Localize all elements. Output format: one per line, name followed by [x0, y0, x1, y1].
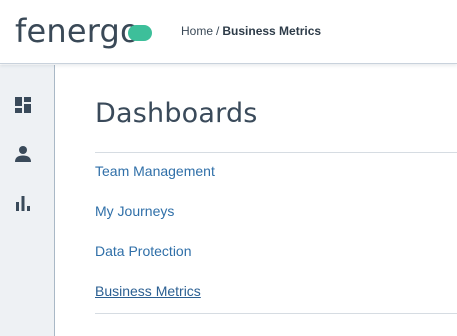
title-divider	[95, 152, 457, 153]
logo-text: fenergo	[15, 12, 140, 50]
dashboard-link-my-journeys[interactable]: My Journeys	[95, 203, 174, 219]
fenergo-logo[interactable]: fenergo	[15, 11, 152, 51]
sidebar	[0, 65, 55, 336]
list-bottom-divider	[95, 313, 457, 314]
breadcrumb: Home / Business Metrics	[181, 24, 321, 38]
logo-mark-icon	[127, 25, 152, 41]
bar-chart-icon	[14, 194, 32, 216]
page-title: Dashboards	[95, 98, 258, 129]
sidebar-item-users[interactable]	[13, 146, 33, 166]
top-header: fenergo Home / Business Metrics	[0, 0, 457, 64]
breadcrumb-home-link[interactable]: Home	[181, 24, 213, 38]
sidebar-item-reports[interactable]	[13, 195, 33, 215]
main-content: Dashboards Team Management My Journeys D…	[56, 65, 457, 336]
sidebar-item-dashboards[interactable]	[13, 97, 33, 117]
breadcrumb-separator: /	[216, 24, 220, 38]
breadcrumb-current: Business Metrics	[222, 24, 322, 38]
dashboard-link-data-protection[interactable]: Data Protection	[95, 243, 192, 259]
dashboard-link-team-management[interactable]: Team Management	[95, 163, 215, 179]
dashboard-icon	[14, 96, 32, 118]
dashboard-link-business-metrics[interactable]: Business Metrics	[95, 283, 201, 299]
person-icon	[14, 145, 32, 167]
